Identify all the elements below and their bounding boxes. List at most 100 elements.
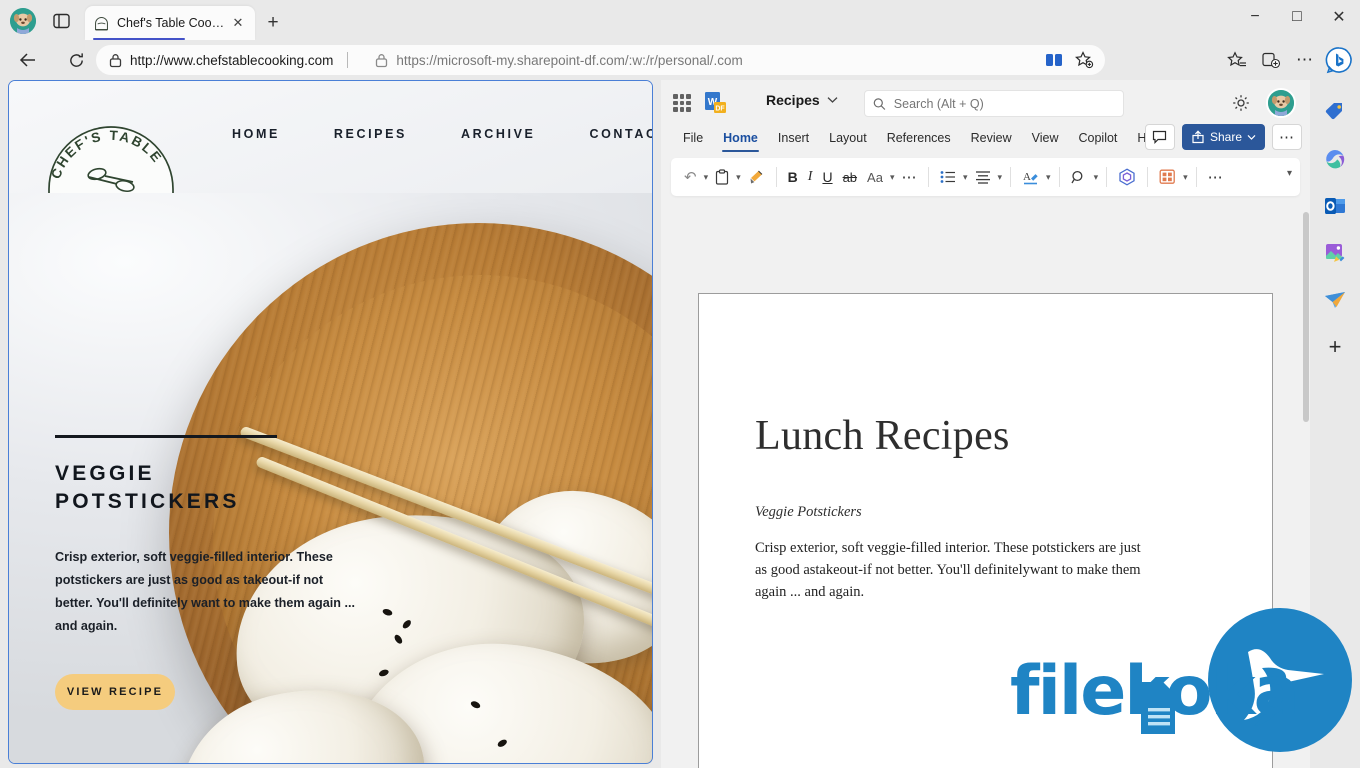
designer-icon[interactable] bbox=[1321, 239, 1349, 267]
tab-references[interactable]: References bbox=[877, 126, 961, 150]
document-scrollbar[interactable] bbox=[1302, 208, 1310, 768]
paste-chevron-icon[interactable]: ▾ bbox=[734, 164, 743, 190]
find-icon[interactable] bbox=[1066, 164, 1092, 190]
tab-file[interactable]: File bbox=[673, 126, 713, 150]
add-favorite-star-icon[interactable] bbox=[1071, 47, 1097, 73]
tab-copilot[interactable]: Copilot bbox=[1069, 126, 1128, 150]
editor-icon[interactable] bbox=[1154, 164, 1181, 190]
drop-send-icon[interactable] bbox=[1321, 286, 1349, 314]
hero-title: VEGGIE POTSTICKERS bbox=[55, 460, 355, 516]
strikethrough-icon[interactable]: ab bbox=[838, 164, 862, 190]
minimize-button[interactable]: − bbox=[1234, 0, 1276, 34]
highlight-chevron-icon[interactable]: ▾ bbox=[1044, 164, 1053, 190]
tab-home[interactable]: Home bbox=[713, 126, 768, 152]
font-chevron-icon[interactable]: ▾ bbox=[888, 164, 897, 190]
hero-description: Crisp exterior, soft veggie-filled inter… bbox=[55, 550, 355, 633]
more-font-options-icon[interactable]: ⋯ bbox=[896, 164, 922, 190]
format-painter-icon[interactable] bbox=[743, 164, 770, 190]
share-button[interactable]: Share bbox=[1181, 124, 1265, 150]
account-avatar-icon[interactable] bbox=[1266, 88, 1296, 118]
site-navigation: HOME RECIPES ARCHIVE CONTACT bbox=[205, 127, 652, 141]
settings-more-icon[interactable]: ⋯ bbox=[1290, 45, 1320, 75]
bullet-chevron-icon[interactable]: ▾ bbox=[961, 164, 970, 190]
split-screen-icon[interactable] bbox=[1041, 47, 1067, 73]
text-highlight-icon[interactable]: A bbox=[1017, 164, 1044, 190]
svg-text:A: A bbox=[1023, 171, 1031, 183]
hero-title-line1: VEGGIE bbox=[55, 462, 155, 485]
editor-chevron-icon[interactable]: ▾ bbox=[1181, 164, 1190, 190]
new-tab-button[interactable]: + bbox=[262, 12, 284, 34]
font-size-icon[interactable]: Aa bbox=[862, 164, 888, 190]
chevron-down-icon[interactable] bbox=[827, 96, 838, 104]
comment-icon[interactable] bbox=[1144, 124, 1175, 150]
bullet-list-icon[interactable] bbox=[935, 164, 961, 190]
undo-icon[interactable]: ↶ bbox=[679, 164, 702, 190]
nav-item-contact[interactable]: CONTACT bbox=[562, 127, 652, 141]
share-label: Share bbox=[1209, 130, 1242, 144]
tab-insert[interactable]: Insert bbox=[768, 126, 819, 150]
close-window-button[interactable]: ✕ bbox=[1318, 0, 1360, 34]
nav-item-home[interactable]: HOME bbox=[205, 127, 307, 141]
svg-text:DF: DF bbox=[715, 106, 725, 113]
document-scroll-area[interactable]: Lunch Recipes Veggie Potstickers Crisp e… bbox=[661, 208, 1310, 768]
shopping-tag-icon[interactable] bbox=[1321, 98, 1349, 126]
microsoft-365-copilot-icon[interactable] bbox=[1321, 145, 1349, 173]
maximize-button[interactable]: □ bbox=[1276, 0, 1318, 34]
nav-item-archive[interactable]: ARCHIVE bbox=[434, 127, 562, 141]
word-top-bar: W DF Recipes bbox=[661, 80, 1310, 124]
tab-list-button[interactable] bbox=[48, 10, 74, 32]
address-divider bbox=[347, 52, 349, 68]
collections-icon[interactable] bbox=[1256, 45, 1286, 75]
document-page[interactable]: Lunch Recipes Veggie Potstickers Crisp e… bbox=[698, 293, 1273, 768]
bold-icon[interactable]: B bbox=[783, 164, 803, 190]
tab-view[interactable]: View bbox=[1022, 126, 1069, 150]
word-search-box[interactable] bbox=[864, 90, 1124, 117]
search-input[interactable] bbox=[893, 96, 1115, 111]
address-bar-actions bbox=[1041, 47, 1105, 73]
hero-section: VEGGIE POTSTICKERS Crisp exterior, soft … bbox=[9, 193, 652, 763]
lock-icon-secondary bbox=[366, 53, 396, 68]
add-sidebar-app-icon[interactable]: + bbox=[1321, 333, 1349, 361]
find-chevron-icon[interactable]: ▾ bbox=[1092, 164, 1101, 190]
browser-toolbar-actions: ⋯ bbox=[1222, 45, 1354, 75]
document-heading: Lunch Recipes bbox=[755, 413, 1010, 459]
italic-icon[interactable]: I bbox=[803, 164, 818, 190]
browser-tab[interactable]: Chef's Table Cooking ✕ bbox=[85, 6, 255, 40]
copilot-bing-icon[interactable] bbox=[1324, 45, 1354, 75]
window-controls: − □ ✕ bbox=[1234, 0, 1360, 34]
website-viewport: CHEF'S TABLE COOKING HOME RECIPES ARCHIV… bbox=[8, 80, 653, 764]
underline-icon[interactable]: U bbox=[817, 164, 837, 190]
favorites-icon[interactable] bbox=[1222, 45, 1252, 75]
document-title: Recipes bbox=[766, 92, 820, 108]
document-title-area[interactable]: Recipes bbox=[766, 92, 838, 108]
tab-title: Chef's Table Cooking bbox=[117, 16, 229, 30]
ribbon-more-icon[interactable]: ⋯ bbox=[1203, 164, 1229, 190]
back-button[interactable] bbox=[12, 44, 44, 76]
word-ribbon-toolbar: ↶ ▾ ▾ B I U ab Aa ▾ ⋯ ▾ ▾ A ▾ ▾ ▾ ⋯ ▾ bbox=[671, 158, 1300, 196]
close-icon[interactable]: ✕ bbox=[229, 14, 247, 32]
align-chevron-icon[interactable]: ▾ bbox=[996, 164, 1005, 190]
tab-layout[interactable]: Layout bbox=[819, 126, 877, 150]
document-paragraph: Crisp exterior, soft veggie-filled inter… bbox=[755, 540, 1141, 601]
address-bar[interactable]: http://www.chefstablecooking.com https:/… bbox=[96, 45, 1105, 75]
address-bar-url-secondary: https://microsoft-my.sharepoint-df.com/:… bbox=[396, 52, 743, 68]
view-recipe-button[interactable]: VIEW RECIPE bbox=[55, 673, 175, 710]
tab-review[interactable]: Review bbox=[961, 126, 1022, 150]
copilot-icon[interactable] bbox=[1113, 164, 1141, 190]
scrollbar-thumb[interactable] bbox=[1303, 212, 1309, 422]
word-ribbon-tabs: File Home Insert Layout References Revie… bbox=[661, 124, 1310, 152]
undo-chevron-icon[interactable]: ▾ bbox=[702, 164, 711, 190]
browser-title-bar: Chef's Table Cooking ✕ + − □ ✕ bbox=[0, 0, 1360, 40]
align-icon[interactable] bbox=[970, 164, 996, 190]
profile-avatar-button[interactable] bbox=[10, 8, 36, 34]
hero-title-line2: POTSTICKERS bbox=[55, 490, 240, 514]
nav-item-recipes[interactable]: RECIPES bbox=[307, 127, 434, 141]
paste-icon[interactable] bbox=[710, 164, 734, 190]
word-online-pane: W DF Recipes Search (Alt + Q) File Home … bbox=[661, 80, 1310, 768]
outlook-icon[interactable] bbox=[1321, 192, 1349, 220]
app-launcher-icon[interactable] bbox=[673, 94, 691, 112]
more-horizontal-icon[interactable]: ⋯ bbox=[1272, 124, 1302, 150]
gear-icon[interactable] bbox=[1230, 92, 1252, 114]
refresh-button[interactable] bbox=[60, 44, 92, 76]
chevron-down-icon[interactable]: ▾ bbox=[1287, 168, 1292, 179]
